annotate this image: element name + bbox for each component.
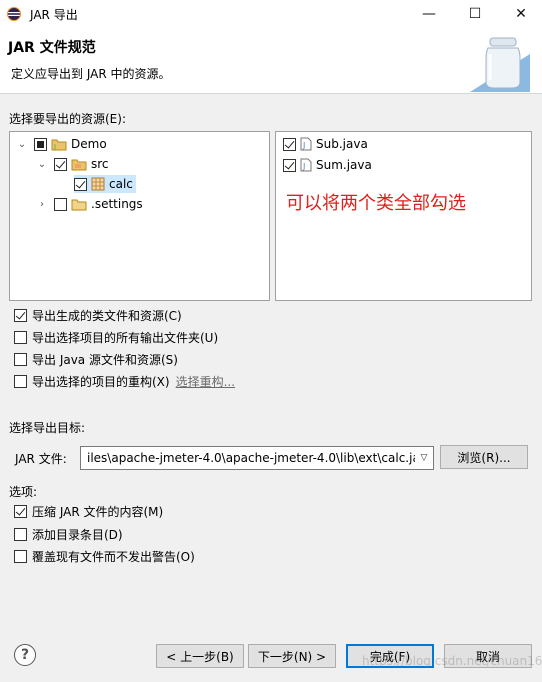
option-label: 导出选择项目的所有输出文件夹(U): [32, 330, 219, 345]
option-label: 导出 Java 源文件和资源(S): [32, 352, 178, 367]
checkbox[interactable]: [14, 330, 27, 344]
project-folder-icon: J: [51, 139, 67, 151]
compress-option[interactable]: 压缩 JAR 文件的内容(M): [14, 502, 163, 520]
jar-file-input[interactable]: iles\apache-jmeter-4.0\apache-jmeter-4.0…: [81, 451, 415, 465]
folder-icon: [71, 199, 87, 211]
source-folder-icon: [71, 159, 87, 171]
chevron-down-icon[interactable]: ⌄: [16, 139, 28, 150]
option-label: 导出选择的项目的重构(X): [32, 374, 170, 389]
tree-item-calc[interactable]: calc: [74, 175, 136, 193]
checkbox[interactable]: [14, 549, 27, 563]
settings-checkbox[interactable]: [54, 197, 67, 211]
java-file-icon: J: [300, 137, 312, 151]
browse-button[interactable]: 浏览(R)...: [440, 445, 528, 469]
add-directory-entries-option[interactable]: 添加目录条目(D): [14, 525, 123, 543]
file-label: Sum.java: [316, 158, 372, 172]
jar-icon: [470, 37, 530, 92]
jar-file-label: JAR 文件:: [15, 452, 67, 466]
resources-label: 选择要导出的资源(E):: [9, 112, 126, 126]
tree-label: src: [91, 157, 109, 171]
src-checkbox[interactable]: [54, 157, 67, 171]
resource-tree[interactable]: ⌄ J Demo ⌄ src calc › .settings: [9, 131, 270, 301]
file-item-sub[interactable]: J Sub.java: [283, 135, 368, 153]
destination-label: 选择导出目标:: [9, 421, 86, 435]
chevron-down-icon[interactable]: ▽: [415, 453, 433, 463]
close-button[interactable]: ✕: [498, 0, 542, 28]
back-button[interactable]: < 上一步(B): [156, 644, 244, 668]
package-icon: [91, 177, 105, 191]
chevron-down-icon[interactable]: ⌄: [36, 159, 48, 170]
svg-text:J: J: [302, 141, 305, 150]
tree-label: .settings: [91, 197, 143, 211]
export-output-folders-option[interactable]: 导出选择项目的所有输出文件夹(U): [14, 328, 218, 346]
tree-item-src[interactable]: ⌄ src: [36, 155, 109, 173]
page-description: 定义应导出到 JAR 中的资源。: [11, 67, 171, 81]
chevron-right-icon[interactable]: ›: [36, 199, 48, 210]
demo-checkbox[interactable]: [34, 137, 47, 151]
watermark: https://blog.csdn.net/chuan163: [362, 654, 542, 668]
file-label: Sub.java: [316, 137, 368, 151]
option-label: 添加目录条目(D): [32, 527, 123, 542]
svg-text:J: J: [302, 162, 305, 171]
file-item-sum[interactable]: J Sum.java: [283, 156, 372, 174]
calc-checkbox[interactable]: [74, 177, 87, 191]
next-button[interactable]: 下一步(N) >: [248, 644, 336, 668]
export-source-option[interactable]: 导出 Java 源文件和资源(S): [14, 350, 178, 368]
checkbox[interactable]: [14, 504, 27, 518]
svg-text:J: J: [53, 143, 56, 151]
jar-file-combo[interactable]: iles\apache-jmeter-4.0\apache-jmeter-4.0…: [80, 446, 434, 470]
select-refactorings-link: 选择重构...: [175, 374, 236, 389]
checkbox[interactable]: [14, 308, 27, 322]
title-bar: JAR 导出 — ☐ ✕: [0, 0, 542, 28]
minimize-button[interactable]: —: [406, 0, 452, 28]
checkbox[interactable]: [14, 527, 27, 541]
export-refactorings-option[interactable]: 导出选择的项目的重构(X) 选择重构...: [14, 372, 235, 390]
tree-item-settings[interactable]: › .settings: [36, 195, 143, 213]
annotation-text: 可以将两个类全部勾选: [286, 193, 466, 214]
option-label: 导出生成的类文件和资源(C): [32, 308, 182, 323]
window-title: JAR 导出: [30, 7, 78, 22]
maximize-button[interactable]: ☐: [452, 0, 498, 28]
sub-checkbox[interactable]: [283, 137, 296, 151]
checkbox[interactable]: [14, 374, 27, 388]
page-title: JAR 文件规范: [8, 40, 96, 56]
option-label: 覆盖现有文件而不发出警告(O): [32, 549, 195, 564]
help-icon[interactable]: ?: [14, 644, 36, 666]
tree-label: calc: [109, 177, 133, 191]
eclipse-icon: [7, 7, 21, 21]
export-class-files-option[interactable]: 导出生成的类文件和资源(C): [14, 306, 182, 324]
tree-item-demo[interactable]: ⌄ J Demo: [16, 135, 107, 153]
file-list[interactable]: J Sub.java J Sum.java: [275, 131, 532, 301]
overwrite-option[interactable]: 覆盖现有文件而不发出警告(O): [14, 547, 195, 565]
java-file-icon: J: [300, 158, 312, 172]
checkbox[interactable]: [14, 352, 27, 366]
tree-label: Demo: [71, 137, 107, 151]
options-label: 选项:: [9, 485, 38, 499]
option-label: 压缩 JAR 文件的内容(M): [32, 504, 164, 519]
sum-checkbox[interactable]: [283, 158, 296, 172]
wizard-header: JAR 文件规范 定义应导出到 JAR 中的资源。: [0, 28, 542, 94]
